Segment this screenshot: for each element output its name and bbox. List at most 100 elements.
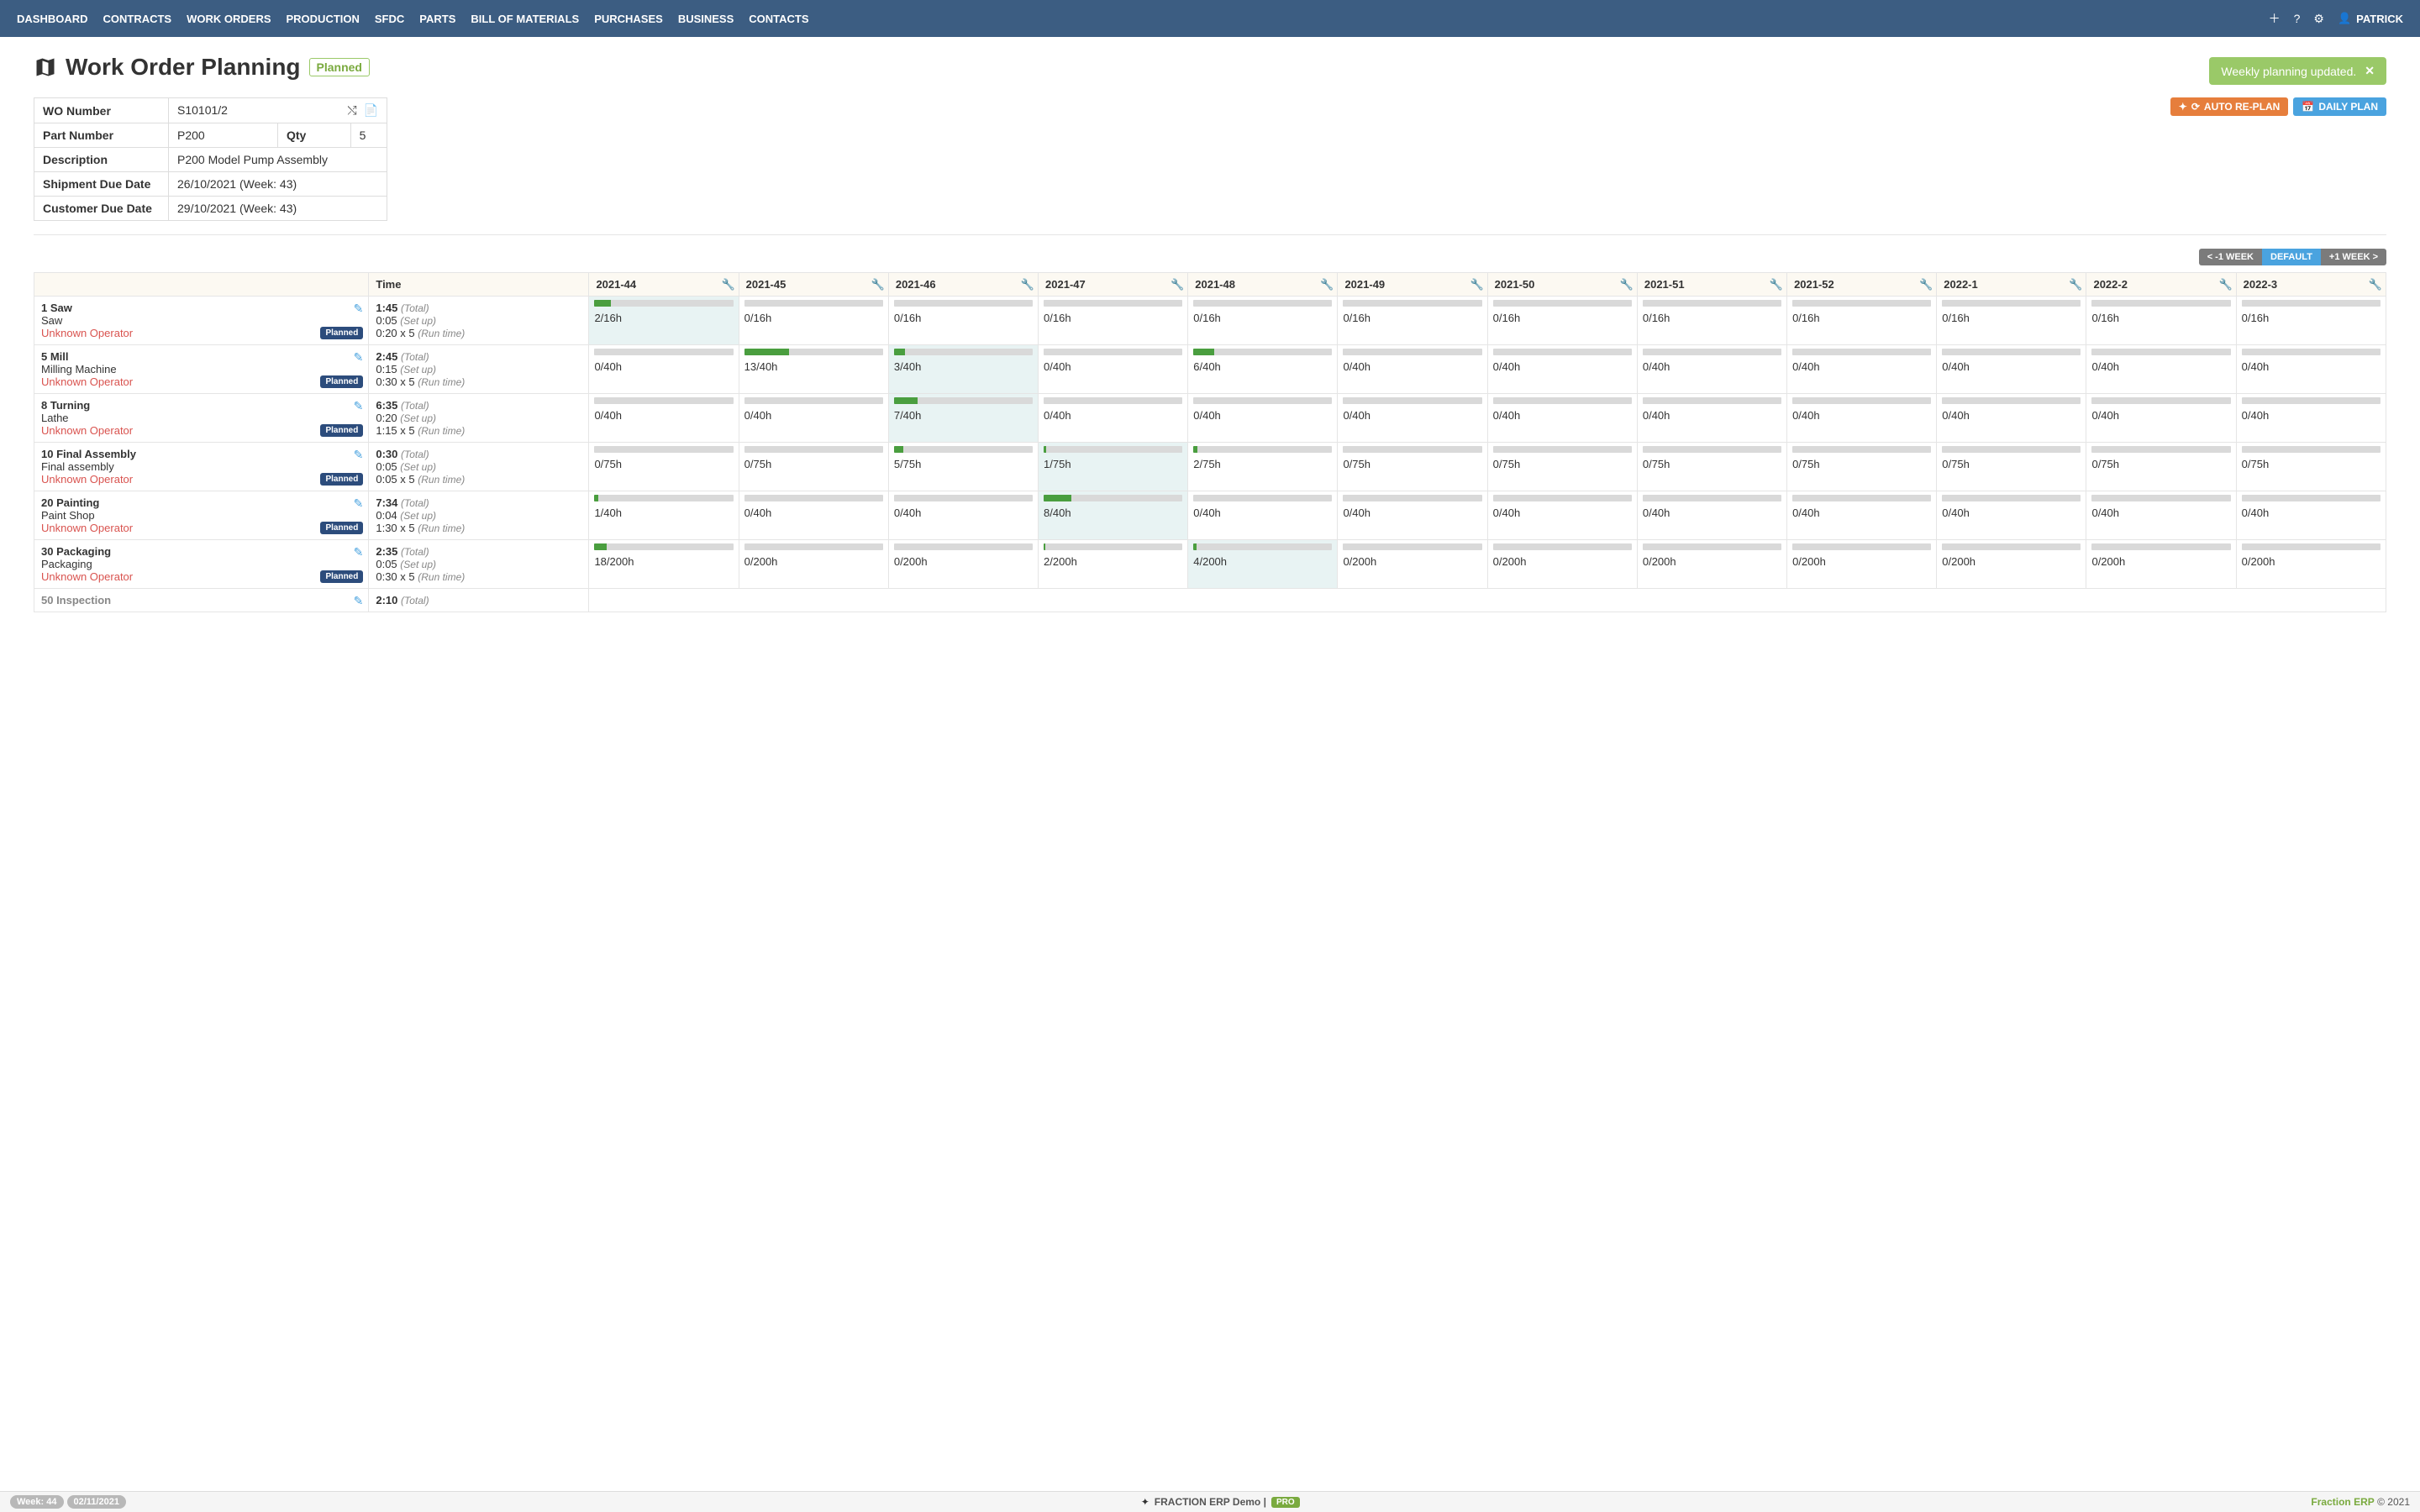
load-cell[interactable]: 0/40h [1637, 394, 1786, 443]
close-icon[interactable]: ✕ [2365, 64, 2375, 78]
nav-item-business[interactable]: BUSINESS [678, 13, 734, 25]
nav-item-purchases[interactable]: PURCHASES [594, 13, 663, 25]
load-cell[interactable]: 0/40h [1487, 394, 1637, 443]
load-cell[interactable]: 6/40h [1188, 345, 1338, 394]
load-cell[interactable]: 0/40h [2086, 345, 2236, 394]
load-cell[interactable]: 0/16h [1787, 297, 1937, 345]
load-cell[interactable]: 2/16h [589, 297, 739, 345]
load-cell[interactable]: 0/40h [2086, 491, 2236, 540]
file-icon[interactable]: 📄 [364, 103, 378, 118]
load-cell[interactable]: 0/75h [1338, 443, 1487, 491]
load-cell[interactable]: 0/200h [888, 540, 1038, 589]
edit-icon[interactable]: ✎ [354, 594, 364, 608]
edit-icon[interactable]: ✎ [354, 448, 364, 462]
load-cell[interactable]: 0/16h [2086, 297, 2236, 345]
load-cell[interactable]: 0/40h [1937, 491, 2086, 540]
load-cell[interactable]: 4/200h [1188, 540, 1338, 589]
wrench-icon[interactable]: 🔧 [1919, 278, 1933, 291]
load-cell[interactable]: 0/40h [1039, 345, 1188, 394]
load-cell[interactable]: 0/40h [2236, 394, 2386, 443]
load-cell[interactable]: 0/16h [1937, 297, 2086, 345]
load-cell[interactable]: 0/16h [1338, 297, 1487, 345]
nav-item-dashboard[interactable]: DASHBOARD [17, 13, 88, 25]
daily-plan-button[interactable]: 📅DAILY PLAN [2293, 97, 2386, 116]
load-cell[interactable]: 0/16h [1039, 297, 1188, 345]
load-cell[interactable]: 1/40h [589, 491, 739, 540]
load-cell[interactable]: 0/16h [1637, 297, 1786, 345]
prev-week-button[interactable]: < -1 WEEK [2199, 249, 2262, 265]
wrench-icon[interactable]: 🔧 [1171, 278, 1184, 291]
load-cell[interactable]: 0/75h [1937, 443, 2086, 491]
load-cell[interactable]: 0/200h [2236, 540, 2386, 589]
load-cell[interactable]: 0/200h [1637, 540, 1786, 589]
plus-icon[interactable]: ＋ [2269, 10, 2281, 27]
load-cell[interactable]: 3/40h [888, 345, 1038, 394]
edit-icon[interactable]: ✎ [354, 496, 364, 511]
load-cell[interactable]: 0/75h [589, 443, 739, 491]
load-cell[interactable]: 0/16h [1188, 297, 1338, 345]
load-cell[interactable]: 0/40h [1487, 345, 1637, 394]
load-cell[interactable]: 0/75h [1487, 443, 1637, 491]
wrench-icon[interactable]: 🔧 [721, 278, 734, 291]
load-cell[interactable]: 8/40h [1039, 491, 1188, 540]
load-cell[interactable]: 0/40h [739, 394, 888, 443]
nav-item-bill-of-materials[interactable]: BILL OF MATERIALS [471, 13, 579, 25]
load-cell[interactable]: 0/200h [739, 540, 888, 589]
load-cell[interactable]: 0/40h [1338, 394, 1487, 443]
wrench-icon[interactable]: 🔧 [1470, 278, 1483, 291]
load-cell[interactable]: 0/40h [589, 394, 739, 443]
load-cell[interactable]: 0/40h [1338, 345, 1487, 394]
op-operator-link[interactable]: Unknown Operator [41, 570, 365, 583]
help-icon[interactable]: ? [2294, 12, 2301, 25]
load-cell[interactable]: 0/40h [739, 491, 888, 540]
load-cell[interactable]: 18/200h [589, 540, 739, 589]
load-cell[interactable]: 0/75h [739, 443, 888, 491]
load-cell[interactable]: 2/75h [1188, 443, 1338, 491]
wrench-icon[interactable]: 🔧 [2069, 278, 2082, 291]
user-menu[interactable]: 👤 PATRICK [2338, 12, 2403, 25]
load-cell[interactable]: 0/40h [1039, 394, 1188, 443]
op-operator-link[interactable]: Unknown Operator [41, 327, 365, 339]
wrench-icon[interactable]: 🔧 [1320, 278, 1334, 291]
load-cell[interactable]: 0/75h [2086, 443, 2236, 491]
load-cell[interactable]: 0/40h [589, 345, 739, 394]
load-cell[interactable]: 2/200h [1039, 540, 1188, 589]
load-cell[interactable]: 13/40h [739, 345, 888, 394]
op-operator-link[interactable]: Unknown Operator [41, 424, 365, 437]
load-cell[interactable]: 0/40h [2086, 394, 2236, 443]
nav-item-parts[interactable]: PARTS [419, 13, 455, 25]
shuffle-icon[interactable]: ⤭ [347, 103, 356, 118]
wrench-icon[interactable]: 🔧 [2218, 278, 2232, 291]
op-operator-link[interactable]: Unknown Operator [41, 522, 365, 534]
load-cell[interactable]: 0/40h [1637, 491, 1786, 540]
load-cell[interactable]: 0/40h [1188, 491, 1338, 540]
edit-icon[interactable]: ✎ [354, 545, 364, 559]
gear-icon[interactable]: ⚙ [2313, 12, 2324, 26]
wrench-icon[interactable]: 🔧 [2369, 278, 2382, 291]
load-cell[interactable]: 0/40h [1937, 394, 2086, 443]
load-cell[interactable]: 0/16h [2236, 297, 2386, 345]
load-cell[interactable]: 1/75h [1039, 443, 1188, 491]
load-cell[interactable]: 0/40h [1787, 394, 1937, 443]
nav-item-production[interactable]: PRODUCTION [287, 13, 360, 25]
load-cell[interactable]: 0/75h [1637, 443, 1786, 491]
load-cell[interactable]: 0/75h [1787, 443, 1937, 491]
load-cell[interactable]: 0/40h [2236, 491, 2386, 540]
edit-icon[interactable]: ✎ [354, 399, 364, 413]
nav-item-sfdc[interactable]: SFDC [375, 13, 404, 25]
load-cell[interactable]: 0/200h [2086, 540, 2236, 589]
nav-item-work-orders[interactable]: WORK ORDERS [187, 13, 271, 25]
load-cell[interactable]: 0/75h [2236, 443, 2386, 491]
load-cell[interactable]: 0/200h [1338, 540, 1487, 589]
load-cell[interactable]: 0/40h [1188, 394, 1338, 443]
load-cell[interactable]: 0/40h [2236, 345, 2386, 394]
load-cell[interactable]: 0/40h [1637, 345, 1786, 394]
load-cell[interactable]: 0/40h [1787, 345, 1937, 394]
load-cell[interactable]: 0/200h [1937, 540, 2086, 589]
load-cell[interactable]: 0/40h [1338, 491, 1487, 540]
load-cell[interactable]: 0/16h [888, 297, 1038, 345]
load-cell[interactable]: 0/40h [1787, 491, 1937, 540]
wrench-icon[interactable]: 🔧 [1021, 278, 1034, 291]
wrench-icon[interactable]: 🔧 [871, 278, 885, 291]
nav-item-contracts[interactable]: CONTRACTS [103, 13, 172, 25]
